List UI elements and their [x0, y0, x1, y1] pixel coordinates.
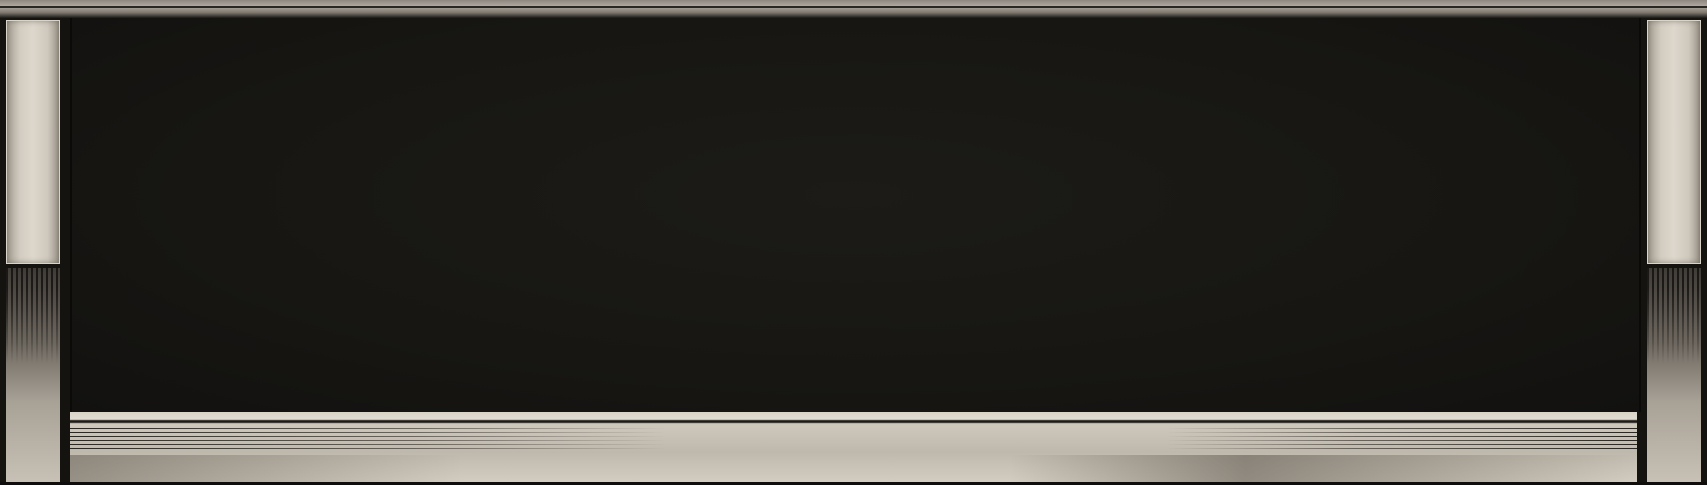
bottom-ledge: [70, 412, 1637, 485]
left-light-pillar: [6, 20, 60, 264]
ledge-shading: [70, 455, 1637, 485]
left-lower-pillar: [6, 268, 60, 483]
right-light-pillar: [1647, 20, 1701, 264]
right-lower-pillar: [1647, 268, 1701, 483]
comic-panel-frame: [0, 0, 1707, 485]
left-hatch-lines: [6, 268, 60, 363]
right-side-panel: [1643, 18, 1705, 485]
dark-window-area: [70, 18, 1641, 412]
left-side-panel: [2, 18, 64, 485]
top-border: [0, 0, 1707, 18]
right-hatch-lines: [1647, 268, 1701, 363]
ledge-hatch-lines: [70, 428, 1637, 450]
